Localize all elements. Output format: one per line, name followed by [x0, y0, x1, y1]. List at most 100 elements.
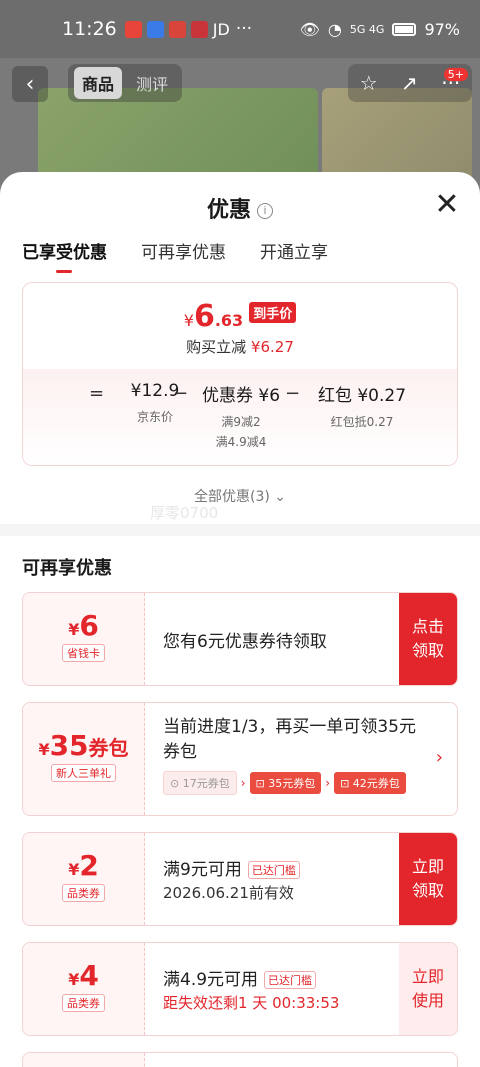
offer-type-label: 新人三单礼	[51, 764, 116, 782]
tab-review[interactable]: 测评	[128, 67, 176, 99]
offer-condition: 满9元可用 已达门槛	[163, 855, 397, 880]
use-now-button[interactable]: 立即使用	[399, 943, 457, 1035]
eye-icon: 👁	[299, 19, 320, 39]
coupon-value: 优惠券 ¥6	[201, 386, 281, 406]
top-actions: ☆ ↗ ··· 5+	[348, 64, 472, 102]
favorite-star-icon[interactable]: ☆	[360, 71, 378, 95]
base-price-label: 京东价	[136, 410, 173, 424]
wifi-icon: ◔	[327, 19, 342, 39]
offer-card-amount	[23, 1053, 145, 1067]
offer-currency: ¥	[68, 970, 80, 989]
tab-open-enjoy[interactable]: 开通立享	[260, 238, 328, 263]
all-offers-toggle[interactable]: 全部优惠(3) ⌄	[0, 486, 480, 506]
offer-currency: ¥	[68, 620, 80, 639]
offer-card-partial	[22, 1052, 458, 1067]
battery-level: 97%	[424, 19, 460, 39]
offer-card-newuser[interactable]: ¥35券包 新人三单礼 当前进度1/3，再买一单可领35元券包 ⊙ 17元券包 …	[22, 702, 458, 816]
status-right: 👁 ◔ 5G 4G 97%	[300, 20, 460, 39]
offer-card-savings[interactable]: ¥6 省钱卡 您有6元优惠券待领取 点击领取	[22, 592, 458, 686]
offer-card-amount: ¥6 省钱卡	[23, 593, 145, 685]
offer-card-amount: ¥4 品类券	[23, 943, 145, 1035]
offers-sheet: 优惠 i ✕ 已享受优惠 可再享优惠 开通立享 ¥ 6 .63 到手价 购买立减 …	[0, 172, 480, 1067]
shop-app-icon	[168, 20, 186, 38]
progress-steps: ⊙ 17元券包 › ⊡ 35元券包 › ⊡ 42元券包	[163, 771, 421, 795]
final-price-tag: 到手价	[249, 302, 297, 323]
offer-condition-text: 满9元可用	[163, 860, 242, 880]
price-breakdown: = ¥12.9 京东价 − 优惠券 ¥6 满9减2 满4.9减4 − 红包 ¥0…	[23, 369, 457, 465]
product-tabs: 商品 测评	[68, 64, 183, 102]
sheet-title: 优惠 i	[0, 192, 480, 224]
offer-description: 当前进度1/3，再买一单可领35元券包	[163, 717, 416, 762]
status-time: 11:26	[62, 18, 117, 40]
battery-icon	[392, 22, 417, 36]
offer-condition-text: 满4.9元可用	[163, 970, 259, 990]
threshold-reached-badge: 已达门槛	[247, 861, 300, 879]
offer-description: 您有6元优惠券待领取	[163, 632, 327, 652]
back-button[interactable]: ‹	[12, 66, 48, 102]
offer-amount-value: 2	[79, 849, 99, 882]
section-divider	[0, 524, 480, 536]
watermark-text: 厚零0700	[150, 504, 219, 522]
offer-amount-value: 4	[79, 959, 99, 992]
redpack-discount: 红包 ¥0.27 红包抵0.27	[297, 381, 427, 432]
offer-card-amount: ¥2 品类券	[23, 833, 145, 925]
instant-reduction: 购买立减 ¥6.27	[23, 336, 457, 357]
chevron-down-icon: ⌄	[274, 489, 287, 505]
price-decimal: .63	[214, 311, 244, 330]
signal-icon: 5G 4G	[349, 22, 385, 36]
step-35-label: 35元券包	[268, 777, 316, 790]
coupon-rule-2: 满4.9减4	[215, 435, 267, 449]
offer-card-category-4[interactable]: ¥4 品类券 满4.9元可用 已达门槛 距失效还剩1 天 00:33:53 立即使…	[22, 942, 458, 1036]
price-integer: 6	[193, 299, 215, 334]
reduction-label: 购买立减	[186, 338, 247, 356]
close-button[interactable]: ✕	[434, 190, 460, 220]
offer-card-body: 当前进度1/3，再买一单可领35元券包 ⊙ 17元券包 › ⊡ 35元券包 › …	[163, 715, 421, 795]
step-17: ⊙ 17元券包	[163, 771, 237, 795]
message-badge: 5+	[443, 68, 468, 81]
offer-unit: 券包	[88, 736, 129, 760]
coupon-rules: 满9减2 满4.9减4	[191, 412, 291, 452]
claim-button[interactable]: 点击领取	[399, 593, 457, 685]
info-icon[interactable]: i	[257, 203, 273, 219]
redpack-value: 红包 ¥0.27	[317, 386, 407, 406]
price-currency: ¥	[183, 311, 194, 330]
tab-enjoyed[interactable]: 已享受优惠	[22, 238, 107, 273]
offer-expiry: 2026.06.21前有效	[163, 884, 294, 902]
tab-goods[interactable]: 商品	[74, 67, 123, 99]
offer-type-label: 品类券	[62, 884, 105, 902]
share-icon[interactable]: ↗	[401, 71, 418, 95]
jd-app-label: JD	[212, 19, 230, 39]
status-bar: 11:26 JD ··· 👁 ◔ 5G 4G 97%	[0, 0, 480, 58]
offer-card-amount: ¥35券包 新人三单礼	[23, 703, 145, 815]
more-notifications-icon: ···	[235, 19, 253, 39]
sheet-title-text: 优惠	[206, 198, 251, 223]
step-42: ⊡ 42元券包	[334, 772, 406, 794]
offer-condition: 满4.9元可用 已达门槛	[163, 965, 397, 990]
offer-countdown: 距失效还剩1 天 00:33:53	[163, 994, 340, 1012]
offer-amount: ¥35券包	[23, 729, 144, 762]
offer-card-category-2[interactable]: ¥2 品类券 满9元可用 已达门槛 2026.06.21前有效 立即领取	[22, 832, 458, 926]
base-price-value: ¥12.9	[130, 381, 180, 401]
offer-amount-value: 35	[49, 729, 89, 762]
offer-type-label: 品类券	[62, 994, 105, 1012]
price-summary-card: ¥ 6 .63 到手价 购买立减 ¥6.27 = ¥12.9 京东价 − 优惠券…	[22, 282, 458, 466]
coupon-discount: 优惠券 ¥6 满9减2 满4.9减4	[191, 381, 291, 452]
step-35: ⊡ 35元券包	[249, 772, 322, 794]
section-title: 可再享优惠	[22, 558, 112, 579]
claim-now-button[interactable]: 立即领取	[399, 833, 457, 925]
offer-amount-value: 6	[79, 609, 99, 642]
reduction-value: ¥6.27	[250, 338, 294, 356]
step-17-label: 17元券包	[182, 777, 230, 790]
offer-currency: ¥	[38, 740, 50, 759]
offer-card-body: 满9元可用 已达门槛 2026.06.21前有效	[163, 855, 397, 903]
final-price: ¥ 6 .63 到手价	[23, 283, 457, 334]
offer-currency: ¥	[68, 860, 80, 879]
offer-type-label: 省钱卡	[62, 644, 105, 662]
step-arrow-icon: ›	[325, 776, 331, 790]
tab-more-offers[interactable]: 可再享优惠	[141, 238, 226, 263]
offer-amount: ¥6	[23, 609, 144, 642]
base-price: ¥12.9 京东价	[105, 381, 205, 427]
shield-app-icon	[146, 20, 164, 38]
app-notification-icon	[124, 20, 142, 38]
chevron-right-icon[interactable]: ›	[436, 747, 443, 768]
